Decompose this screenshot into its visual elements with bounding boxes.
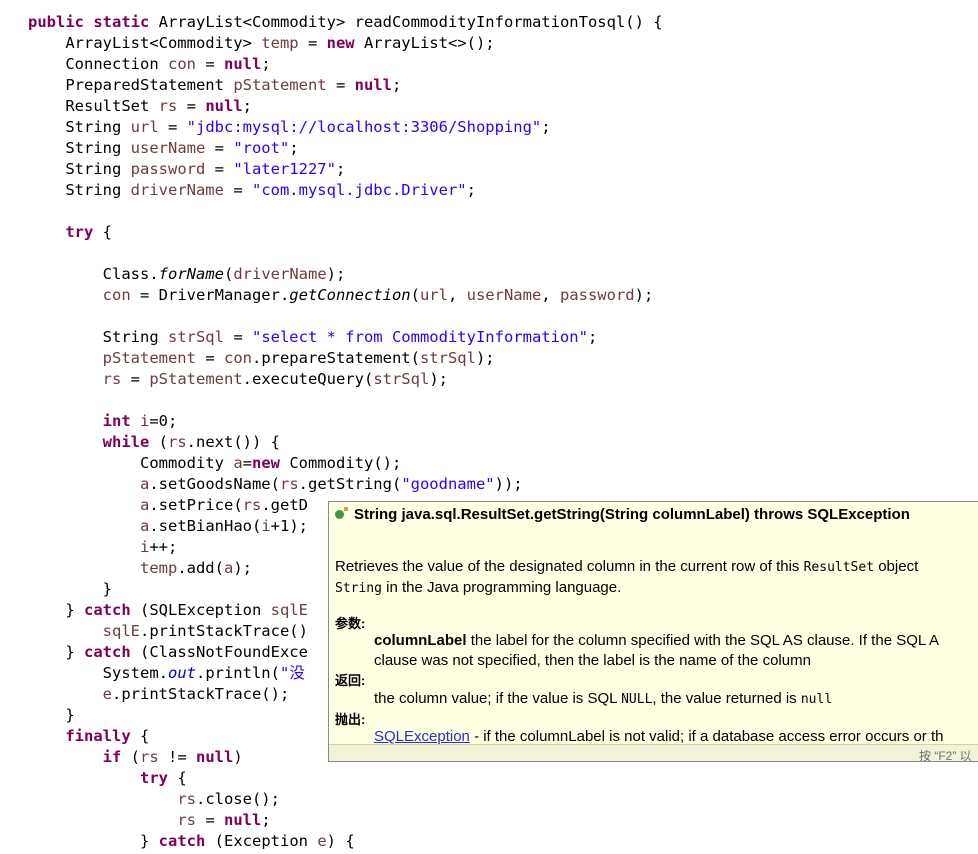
code-line[interactable]: ​ (28, 306, 663, 327)
code-line[interactable]: rs.close(); (28, 789, 663, 810)
param-desc-cont: clause was not specified, then the label… (374, 652, 811, 669)
desc-text: Retrieves the value of the designated co… (335, 558, 800, 575)
returns-text: , the value returned is (652, 690, 797, 707)
returns-code: null (800, 692, 833, 707)
returns-desc: the column value; if the value is SQL NU… (374, 690, 832, 707)
code-line[interactable]: rs = pStatement.executeQuery(strSql); (28, 369, 663, 390)
code-line[interactable]: String url = "jdbc:mysql://localhost:330… (28, 117, 663, 138)
desc-code: String (335, 581, 382, 596)
popup-signature: String java.sql.ResultSet.getString(Stri… (335, 506, 910, 523)
code-line[interactable]: } catch (Exception e) { (28, 831, 663, 852)
code-line[interactable]: ArrayList<Commodity> temp = new ArrayLis… (28, 33, 663, 54)
code-line[interactable]: pStatement = con.prepareStatement(strSql… (28, 348, 663, 369)
throws-heading: 抛出: (335, 712, 366, 727)
param-entry: columnLabel the label for the column spe… (374, 632, 939, 649)
desc-text: in the Java programming language. (386, 579, 622, 596)
param-desc: the label for the column specified with … (470, 632, 940, 649)
code-line[interactable]: ​ (28, 390, 663, 411)
javadoc-hover-popup[interactable]: String java.sql.ResultSet.getString(Stri… (328, 501, 978, 762)
code-line[interactable]: try { (28, 768, 663, 789)
desc-text: object (878, 558, 919, 575)
code-line[interactable]: try { (28, 222, 663, 243)
popup-footer: 按 “F2” 以 (329, 744, 978, 762)
param-name: columnLabel (374, 632, 467, 649)
code-line[interactable]: int i=0; (28, 411, 663, 432)
public-method-icon (335, 507, 348, 519)
code-line[interactable]: Class.forName(driverName); (28, 264, 663, 285)
focus-hint: 按 “F2” 以 (919, 749, 972, 762)
desc-code: ResultSet (803, 560, 875, 575)
code-line[interactable]: PreparedStatement pStatement = null; (28, 75, 663, 96)
code-line[interactable]: String password = "later1227"; (28, 159, 663, 180)
returns-code: NULL (621, 692, 653, 707)
code-line[interactable]: while (rs.next()) { (28, 432, 663, 453)
code-line[interactable]: ResultSet rs = null; (28, 96, 663, 117)
code-line[interactable]: String userName = "root"; (28, 138, 663, 159)
code-line[interactable]: con = DriverManager.getConnection(url, u… (28, 285, 663, 306)
method-description-cont: String in the Java programming language. (335, 579, 621, 596)
params-heading: 参数: (335, 616, 366, 631)
code-line[interactable]: a.setGoodsName(rs.getString("goodname"))… (28, 474, 663, 495)
code-line[interactable]: Connection con = null; (28, 54, 663, 75)
code-line[interactable]: Commodity a=new Commodity(); (28, 453, 663, 474)
returns-heading: 返回: (335, 673, 366, 688)
sqlexception-link[interactable]: SQLException (374, 728, 470, 745)
code-line[interactable]: String strSql = "select * from Commodity… (28, 327, 663, 348)
returns-text: the column value; if the value is SQL (374, 690, 617, 707)
code-line[interactable]: rs = null; (28, 810, 663, 831)
throws-entry: SQLException - if the columnLabel is not… (374, 728, 943, 745)
code-line[interactable]: ​ (28, 243, 663, 264)
code-line[interactable]: public static ArrayList<Commodity> readC… (28, 12, 663, 33)
throws-desc: - if the columnLabel is not valid; if a … (474, 728, 944, 745)
method-signature: String java.sql.ResultSet.getString(Stri… (354, 506, 910, 523)
code-line[interactable]: String driverName = "com.mysql.jdbc.Driv… (28, 180, 663, 201)
method-description: Retrieves the value of the designated co… (335, 558, 918, 575)
code-line[interactable]: ​ (28, 201, 663, 222)
